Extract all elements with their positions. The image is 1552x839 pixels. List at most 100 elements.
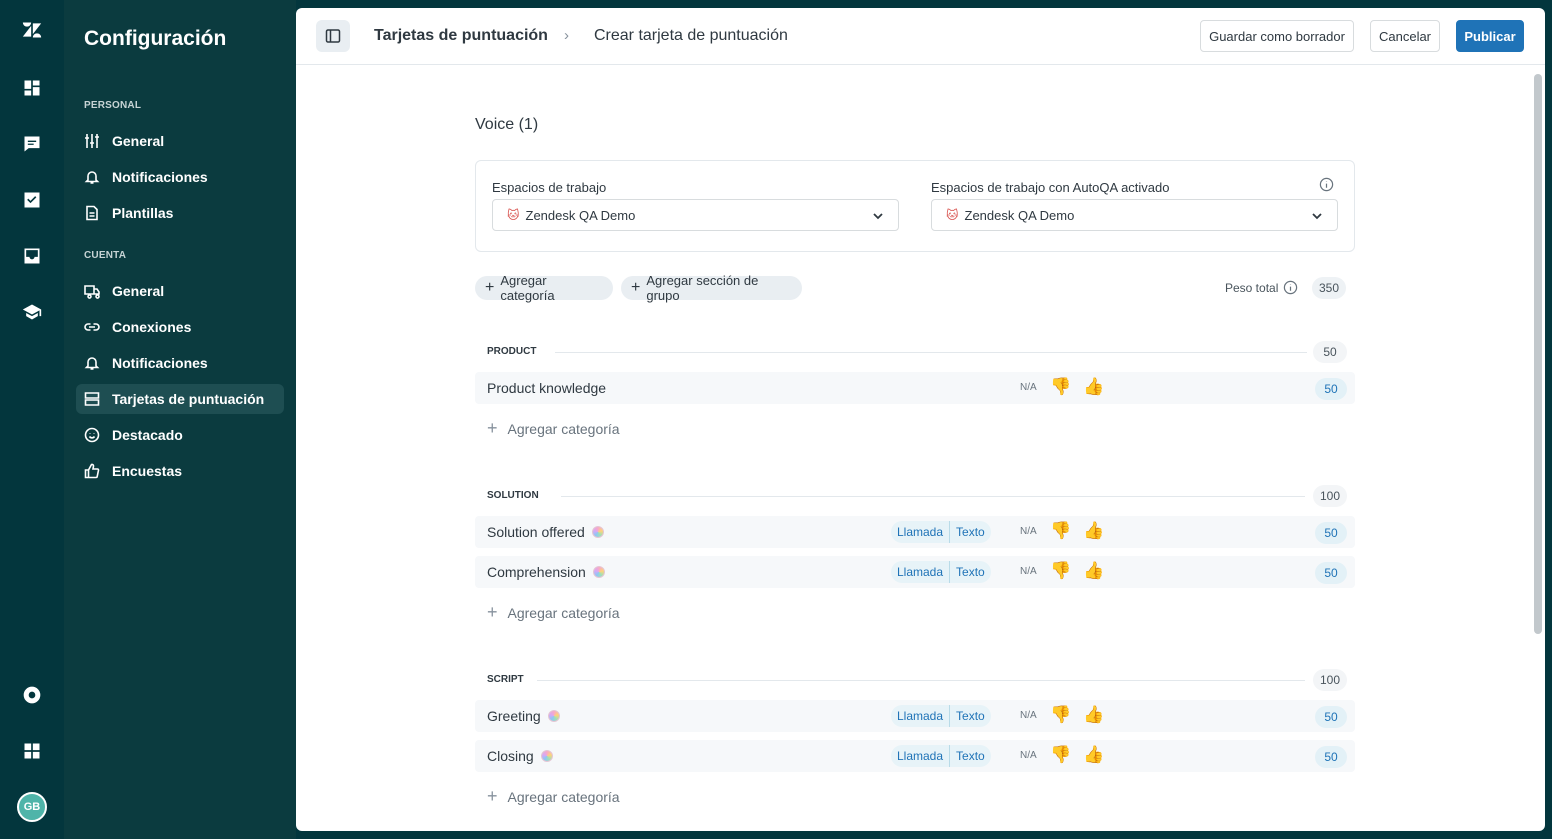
- section-label-personal: PERSONAL: [84, 100, 142, 111]
- category-row[interactable]: Comprehension Llamada Texto N/A 👎 👍 50: [475, 556, 1355, 588]
- channel-tags: Llamada Texto: [891, 745, 991, 767]
- channel-text-tag: Texto: [956, 749, 985, 763]
- checkbox-icon[interactable]: [16, 184, 48, 216]
- bell-icon: [84, 357, 100, 370]
- thumbs-up-icon[interactable]: 👍: [1083, 745, 1104, 765]
- autoqa-icon: [591, 526, 604, 538]
- help-icon[interactable]: [16, 679, 48, 711]
- chat-icon[interactable]: [16, 128, 48, 160]
- info-icon[interactable]: [1283, 280, 1298, 295]
- na-option[interactable]: N/A: [1020, 750, 1037, 761]
- inbox-icon[interactable]: [16, 240, 48, 272]
- sliders-icon: [85, 134, 99, 148]
- na-option[interactable]: N/A: [1020, 382, 1037, 393]
- panel-toggle-button[interactable]: [316, 20, 350, 52]
- sidebar-item-scorecards[interactable]: Tarjetas de puntuación: [76, 384, 284, 414]
- workspaces-select-value: Zendesk QA Demo: [525, 207, 636, 223]
- category-name: Closing: [487, 748, 553, 764]
- plus-icon: +: [487, 602, 498, 622]
- smiley-icon: [84, 427, 100, 443]
- breadcrumb-scorecards-link[interactable]: Tarjetas de puntuación: [374, 27, 548, 45]
- channel-text-tag: Texto: [956, 525, 985, 539]
- avatar[interactable]: GB: [17, 792, 47, 822]
- total-weight-label: Peso total: [1225, 281, 1279, 295]
- top-bar: Tarjetas de puntuación › Crear tarjeta d…: [296, 8, 1545, 65]
- workspace-emoji-icon: 🐱: [946, 208, 959, 222]
- add-group-section-button[interactable]: + Agregar sección de grupo: [621, 273, 802, 303]
- channel-text-tag: Texto: [956, 709, 985, 723]
- thumbs-down-icon[interactable]: 👎: [1050, 745, 1071, 765]
- add-group-label: Agregar sección de grupo: [646, 273, 759, 303]
- zendesk-logo-icon[interactable]: [16, 14, 48, 46]
- group-name: PRODUCT: [487, 346, 537, 357]
- thumbs-up-icon[interactable]: 👍: [1083, 561, 1104, 581]
- sidebar-item-account-notifications[interactable]: Notificaciones: [76, 348, 284, 378]
- settings-sidenav: Configuración PERSONAL General Notificac…: [64, 0, 296, 839]
- scrollbar[interactable]: [1534, 74, 1542, 634]
- section-label-account: CUENTA: [84, 250, 127, 261]
- category-weight[interactable]: 50: [1315, 522, 1347, 544]
- na-option[interactable]: N/A: [1020, 710, 1037, 721]
- thumbs-down-icon[interactable]: 👎: [1050, 561, 1071, 581]
- sidebar-item-label: Tarjetas de puntuación: [112, 391, 265, 407]
- workspaces-select[interactable]: 🐱 Zendesk QA Demo: [492, 199, 899, 231]
- category-weight[interactable]: 50: [1315, 746, 1347, 768]
- group-divider: [561, 496, 1305, 497]
- category-weight[interactable]: 50: [1315, 562, 1347, 584]
- sidebar-item-label: General: [112, 283, 165, 299]
- thumbs-down-icon[interactable]: 👎: [1050, 705, 1071, 725]
- autoqa-icon: [540, 750, 553, 762]
- graduation-cap-icon[interactable]: [16, 296, 48, 328]
- na-option[interactable]: N/A: [1020, 526, 1037, 537]
- sidebar-item-account-general[interactable]: General: [76, 276, 284, 306]
- sidebar-toggle-icon: [325, 29, 341, 43]
- autoqa-workspaces-select[interactable]: 🐱 Zendesk QA Demo: [931, 199, 1338, 231]
- total-weight-value: 350: [1312, 277, 1346, 299]
- sidebar-item-surveys[interactable]: Encuestas: [76, 456, 284, 486]
- apps-grid-icon[interactable]: [16, 735, 48, 767]
- thumbs-down-icon[interactable]: 👎: [1050, 377, 1071, 397]
- category-row[interactable]: Closing Llamada Texto N/A 👎 👍 50: [475, 740, 1355, 772]
- sidebar-item-connections[interactable]: Conexiones: [76, 312, 284, 342]
- category-weight[interactable]: 50: [1315, 378, 1347, 400]
- sidebar-item-templates[interactable]: Plantillas: [76, 198, 284, 228]
- sidebar-item-label: Notificaciones: [112, 169, 208, 185]
- sidebar-item-spotlight[interactable]: Destacado: [76, 420, 284, 450]
- cancel-button[interactable]: Cancelar: [1370, 20, 1440, 52]
- publish-button[interactable]: Publicar: [1456, 20, 1524, 52]
- sidebar-item-personal-notifications[interactable]: Notificaciones: [76, 162, 284, 192]
- category-name-text: Comprehension: [487, 564, 586, 580]
- thumbs-up-icon[interactable]: 👍: [1083, 521, 1104, 541]
- autoqa-workspaces-label: Espacios de trabajo con AutoQA activado: [931, 180, 1170, 195]
- save-draft-button[interactable]: Guardar como borrador: [1200, 20, 1354, 52]
- add-category-link[interactable]: + Agregar categoría: [487, 418, 620, 439]
- autoqa-select-value: Zendesk QA Demo: [964, 207, 1075, 223]
- dashboard-icon[interactable]: [16, 72, 48, 104]
- channel-tags: Llamada Texto: [891, 705, 991, 727]
- category-weight[interactable]: 50: [1315, 706, 1347, 728]
- thumbs-up-icon[interactable]: 👍: [1083, 377, 1104, 397]
- sidebar-item-label: Conexiones: [112, 319, 192, 335]
- sidebar-item-personal-general[interactable]: General: [76, 126, 284, 156]
- bell-icon: [84, 171, 100, 184]
- add-category-button[interactable]: + Agregar categoría: [475, 273, 613, 303]
- plus-icon: +: [487, 418, 498, 438]
- add-category-link[interactable]: + Agregar categoría: [487, 602, 620, 623]
- plus-icon: +: [631, 279, 641, 296]
- category-row[interactable]: Greeting Llamada Texto N/A 👎 👍 50: [475, 700, 1355, 732]
- thumbs-up-icon[interactable]: 👍: [1083, 705, 1104, 725]
- info-icon[interactable]: [1319, 177, 1334, 192]
- add-category-link[interactable]: + Agregar categoría: [487, 786, 620, 807]
- category-name: Solution offered: [487, 524, 604, 540]
- link-icon: [84, 323, 100, 331]
- category-row[interactable]: Solution offered Llamada Texto N/A 👎 👍 50: [475, 516, 1355, 548]
- category-row[interactable]: Product knowledge N/A 👎 👍 50: [475, 372, 1355, 404]
- chevron-down-icon: [1312, 213, 1322, 220]
- category-name: Comprehension: [487, 564, 605, 580]
- channel-tags: Llamada Texto: [891, 561, 991, 583]
- thumbs-up-icon: [84, 463, 100, 479]
- scorecard-title: Voice (1): [475, 116, 539, 133]
- na-option[interactable]: N/A: [1020, 566, 1037, 577]
- thumbs-down-icon[interactable]: 👎: [1050, 521, 1071, 541]
- add-category-label: Agregar categoría: [507, 788, 620, 805]
